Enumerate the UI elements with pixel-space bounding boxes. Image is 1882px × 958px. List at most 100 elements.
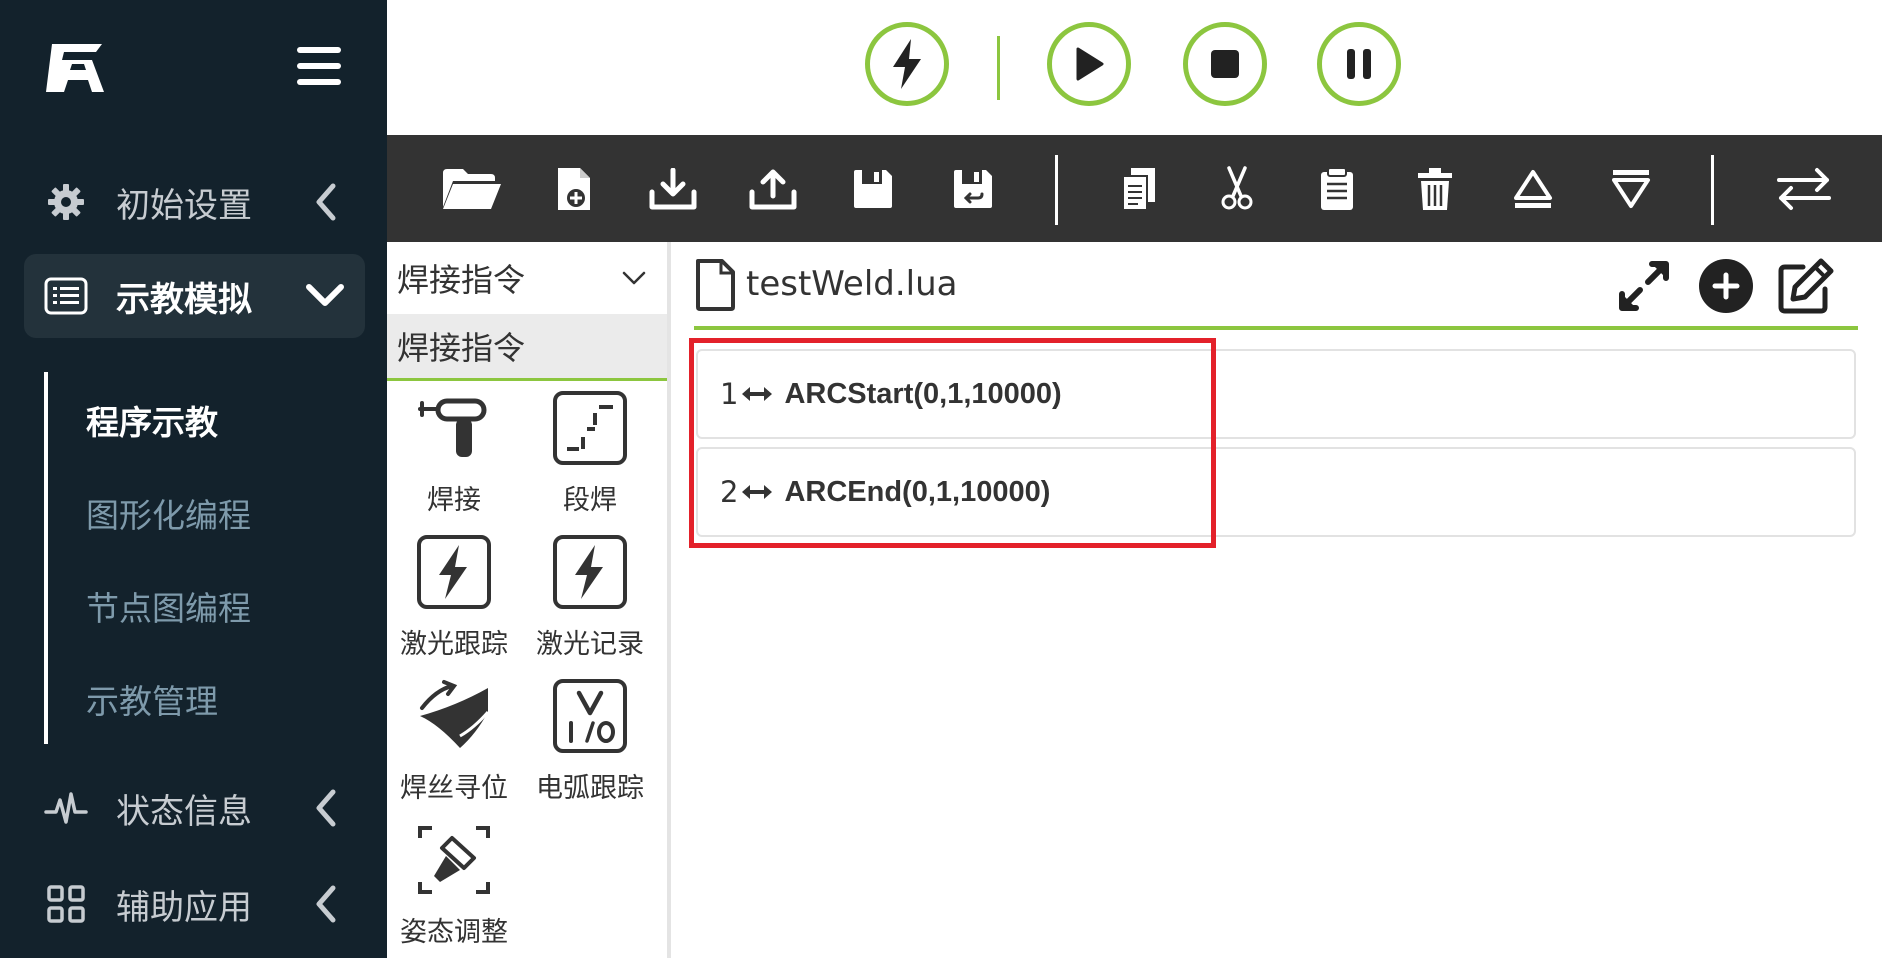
tool-label: 激光跟踪 bbox=[400, 629, 508, 660]
tool-wire-search[interactable]: 焊丝寻位 bbox=[387, 678, 521, 814]
upload-icon bbox=[749, 169, 797, 210]
copy-button[interactable] bbox=[1109, 159, 1169, 219]
download-button[interactable] bbox=[643, 159, 703, 219]
subnav-program-teach[interactable]: 程序示教 bbox=[86, 396, 218, 444]
nav-teach-simulation[interactable]: 示教模拟 bbox=[24, 254, 365, 338]
chevron-left-icon bbox=[305, 182, 345, 222]
tool-posture-adjust[interactable]: 姿态调整 bbox=[387, 822, 521, 958]
chevron-left-icon bbox=[305, 788, 345, 828]
nav-initial-settings[interactable]: 初始设置 bbox=[24, 160, 365, 244]
line-command: ARCStart(0,1,10000) bbox=[784, 377, 1062, 410]
line-command: ARCEnd(0,1,10000) bbox=[784, 475, 1051, 508]
folder-icon bbox=[443, 169, 501, 209]
laser-track-icon bbox=[416, 534, 492, 610]
copy-icon bbox=[1122, 168, 1155, 211]
tool-laser-tracking[interactable]: 激光跟踪 bbox=[387, 534, 521, 670]
play-button[interactable] bbox=[1047, 22, 1131, 106]
toolbar-divider bbox=[1055, 155, 1058, 225]
edit-icon bbox=[1778, 258, 1834, 314]
code-line[interactable]: 1 ARCStart(0,1,10000) bbox=[696, 349, 1856, 439]
app-logo bbox=[44, 38, 110, 94]
tool-label: 姿态调整 bbox=[400, 917, 508, 948]
open-folder-button[interactable] bbox=[437, 159, 507, 219]
teach-subnav: 程序示教 图形化编程 节点图编程 示教管理 bbox=[44, 372, 348, 744]
file-icon bbox=[696, 259, 735, 311]
expand-icon bbox=[1619, 261, 1669, 311]
edit-button[interactable] bbox=[1776, 256, 1836, 316]
triangle-down-icon bbox=[1612, 170, 1650, 208]
clipboard-icon bbox=[1321, 167, 1353, 210]
stop-button[interactable] bbox=[1183, 22, 1267, 106]
pause-icon bbox=[1347, 49, 1371, 79]
nav-status-info[interactable]: 状态信息 bbox=[24, 766, 365, 850]
control-divider bbox=[997, 36, 1000, 100]
instruction-category-label: 焊接指令 bbox=[397, 329, 526, 367]
nav-auxiliary-apps[interactable]: 辅助应用 bbox=[24, 862, 365, 946]
file-header: testWeld.lua bbox=[694, 252, 1858, 330]
code-line[interactable]: 2 ARCEnd(0,1,10000) bbox=[696, 447, 1856, 537]
download-icon bbox=[649, 168, 697, 210]
tool-label: 焊丝寻位 bbox=[400, 773, 508, 804]
tool-laser-record[interactable]: 激光记录 bbox=[523, 534, 657, 670]
move-down-button[interactable] bbox=[1601, 159, 1661, 219]
lightning-icon bbox=[893, 39, 921, 89]
tool-label: 电弧跟踪 bbox=[536, 773, 644, 804]
paste-button[interactable] bbox=[1307, 159, 1367, 219]
nav-label: 状态信息 bbox=[116, 791, 252, 832]
tool-label: 段焊 bbox=[563, 485, 617, 516]
subnav-node-graph-programming[interactable]: 节点图编程 bbox=[86, 582, 251, 630]
save-as-icon bbox=[954, 170, 992, 208]
play-icon bbox=[1076, 47, 1104, 81]
trash-icon bbox=[1418, 168, 1452, 210]
delete-button[interactable] bbox=[1405, 159, 1465, 219]
nav-label: 辅助应用 bbox=[116, 887, 252, 928]
upload-button[interactable] bbox=[743, 159, 803, 219]
double-arrow-icon bbox=[740, 482, 774, 502]
grid-icon bbox=[44, 882, 88, 926]
move-up-button[interactable] bbox=[1503, 159, 1563, 219]
tool-label: 激光记录 bbox=[536, 629, 644, 660]
scissors-icon bbox=[1221, 166, 1253, 210]
save-button[interactable] bbox=[843, 159, 903, 219]
swap-arrows-icon bbox=[1777, 168, 1831, 210]
menu-toggle-button[interactable] bbox=[297, 47, 341, 85]
sidebar: 初始设置 示教模拟 程序示教 图形化编程 节点图编程 示教管理 状态信息 辅助应… bbox=[0, 0, 387, 958]
arc-track-icon bbox=[552, 678, 628, 754]
line-number: 1 bbox=[720, 377, 739, 411]
laser-record-icon bbox=[552, 534, 628, 610]
triangle-up-icon bbox=[1514, 170, 1552, 208]
new-file-button[interactable] bbox=[544, 159, 604, 219]
fullscreen-button[interactable] bbox=[1614, 256, 1674, 316]
instruction-group-select[interactable]: 焊接指令 bbox=[387, 242, 667, 314]
cut-button[interactable] bbox=[1207, 159, 1267, 219]
toolbar-divider bbox=[1711, 155, 1714, 225]
tool-label: 焊接 bbox=[427, 485, 481, 516]
pause-button[interactable] bbox=[1317, 22, 1401, 106]
weld-torch-icon bbox=[416, 390, 492, 466]
tool-weld[interactable]: 焊接 bbox=[387, 390, 521, 526]
save-as-button[interactable] bbox=[943, 159, 1003, 219]
pulse-icon bbox=[44, 786, 88, 830]
list-icon bbox=[44, 274, 88, 318]
file-name: testWeld.lua bbox=[746, 264, 958, 304]
instruction-category-header: 焊接指令 bbox=[387, 314, 667, 381]
subnav-graphical-programming[interactable]: 图形化编程 bbox=[86, 489, 251, 537]
chevron-left-icon bbox=[305, 884, 345, 924]
subnav-teach-management[interactable]: 示教管理 bbox=[86, 675, 218, 723]
instruction-group-value: 焊接指令 bbox=[397, 261, 526, 299]
tool-segment-weld[interactable]: 段焊 bbox=[523, 390, 657, 526]
new-file-icon bbox=[558, 168, 590, 210]
editor-toolbar bbox=[387, 135, 1882, 242]
add-line-button[interactable] bbox=[1696, 256, 1756, 316]
segment-weld-icon bbox=[552, 390, 628, 466]
enable-power-button[interactable] bbox=[865, 22, 949, 106]
chevron-down-icon bbox=[305, 276, 345, 316]
wire-search-icon bbox=[416, 678, 492, 754]
line-number: 2 bbox=[720, 475, 739, 509]
posture-adjust-icon bbox=[416, 822, 492, 898]
nav-label: 示教模拟 bbox=[116, 279, 252, 320]
tool-arc-tracking[interactable]: 电弧跟踪 bbox=[523, 678, 657, 814]
nav-label: 初始设置 bbox=[116, 185, 252, 226]
switch-button[interactable] bbox=[1769, 159, 1839, 219]
instruction-palette: 焊接指令 焊接指令 焊接 段焊 激光跟踪 激光记录 焊丝寻位 电弧跟踪 姿态调整 bbox=[387, 242, 671, 958]
